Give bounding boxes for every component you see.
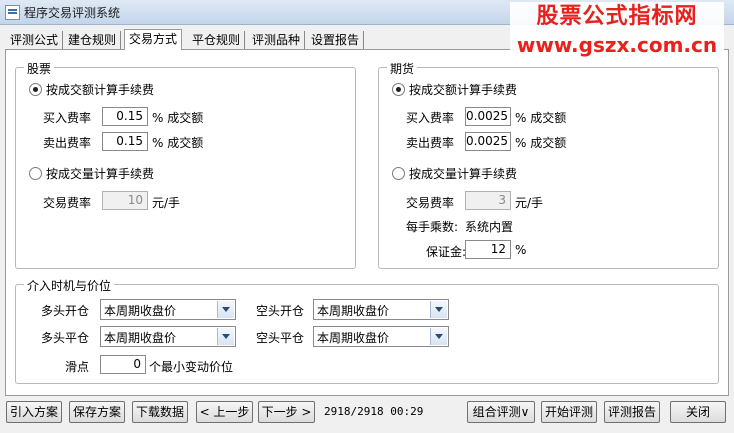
futures-multiplier-label: 每手乘数: bbox=[406, 220, 459, 234]
short-open-select[interactable]: 本周期收盘价 bbox=[313, 299, 449, 320]
futures-trade-fee-label: 交易费率 bbox=[406, 196, 455, 210]
tab-close-rules[interactable]: 平仓规则 bbox=[188, 31, 246, 49]
stock-group: 股票 按成交额计算手续费 买入费率 0.15 % 成交额 卖出费率 0.15 %… bbox=[15, 60, 356, 269]
evaluate-report-button[interactable]: 评测报告 bbox=[604, 401, 660, 423]
stock-by-amount-label: 按成交额计算手续费 bbox=[46, 83, 155, 97]
futures-by-volume-radio[interactable] bbox=[392, 167, 405, 180]
tab-report-settings[interactable]: 设置报告 bbox=[307, 31, 365, 49]
stock-sell-rate-label: 卖出费率 bbox=[43, 136, 92, 150]
stock-by-volume-label: 按成交量计算手续费 bbox=[46, 167, 155, 181]
futures-sell-rate-unit: % 成交额 bbox=[515, 136, 567, 150]
save-scheme-button[interactable]: 保存方案 bbox=[69, 401, 125, 423]
futures-sell-rate-input[interactable]: 0.0025 bbox=[465, 132, 511, 151]
watermark-url: www.gszx.com.cn bbox=[516, 33, 718, 57]
futures-group: 期货 按成交额计算手续费 买入费率 0.0025 % 成交额 卖出费率 0.00… bbox=[378, 60, 719, 269]
watermark: 股票公式指标网 www.gszx.com.cn bbox=[510, 2, 724, 66]
futures-buy-rate-unit: % 成交额 bbox=[515, 111, 567, 125]
short-close-value: 本周期收盘价 bbox=[317, 331, 390, 345]
close-button[interactable]: 关闭 bbox=[670, 401, 726, 423]
futures-by-volume-label: 按成交量计算手续费 bbox=[409, 167, 518, 181]
tab-trade-method[interactable]: 交易方式 bbox=[124, 29, 183, 50]
futures-by-amount-radio[interactable] bbox=[392, 83, 405, 96]
download-data-button[interactable]: 下载数据 bbox=[132, 401, 188, 423]
short-close-label: 空头平仓 bbox=[256, 331, 305, 345]
combo-evaluate-button[interactable]: 组合评测∨ bbox=[467, 401, 535, 423]
stock-group-title: 股票 bbox=[24, 60, 55, 77]
tab-instruments[interactable]: 评测品种 bbox=[248, 31, 306, 49]
futures-margin-input[interactable]: 12 bbox=[465, 240, 511, 259]
stock-trade-fee-label: 交易费率 bbox=[43, 196, 92, 210]
futures-buy-rate-label: 买入费率 bbox=[406, 111, 455, 125]
slippage-label: 滑点 bbox=[65, 360, 90, 374]
short-open-label: 空头开仓 bbox=[256, 304, 305, 318]
stock-buy-rate-input[interactable]: 0.15 bbox=[102, 107, 148, 126]
stock-buy-rate-label: 买入费率 bbox=[43, 111, 92, 125]
futures-group-title: 期货 bbox=[387, 60, 418, 77]
prev-step-button[interactable]: < 上一步 bbox=[196, 401, 253, 423]
start-evaluate-button[interactable]: 开始评测 bbox=[541, 401, 597, 423]
tab-formula[interactable]: 评测公式 bbox=[6, 31, 64, 49]
slippage-unit: 个最小变动价位 bbox=[149, 360, 234, 374]
long-close-value: 本周期收盘价 bbox=[104, 331, 177, 345]
futures-by-amount-label: 按成交额计算手续费 bbox=[409, 83, 518, 97]
timing-group-title: 介入时机与价位 bbox=[24, 277, 115, 294]
stock-trade-fee-input[interactable]: 10 bbox=[102, 191, 148, 210]
stock-buy-rate-unit: % 成交额 bbox=[152, 111, 204, 125]
futures-multiplier-value: 系统内置 bbox=[465, 220, 514, 234]
stock-by-volume-radio[interactable] bbox=[29, 167, 42, 180]
window-title: 程序交易评测系统 bbox=[24, 6, 121, 20]
futures-trade-fee-input[interactable]: 3 bbox=[465, 191, 511, 210]
chevron-down-icon[interactable] bbox=[217, 301, 234, 318]
slippage-input[interactable]: 0 bbox=[100, 355, 146, 374]
futures-margin-label: 保证金: bbox=[426, 245, 467, 259]
long-open-select[interactable]: 本周期收盘价 bbox=[100, 299, 236, 320]
long-open-label: 多头开仓 bbox=[41, 304, 90, 318]
short-close-select[interactable]: 本周期收盘价 bbox=[313, 326, 449, 347]
chevron-down-icon[interactable] bbox=[430, 301, 447, 318]
stock-sell-rate-input[interactable]: 0.15 bbox=[102, 132, 148, 151]
long-close-select[interactable]: 本周期收盘价 bbox=[100, 326, 236, 347]
futures-sell-rate-label: 卖出费率 bbox=[406, 136, 455, 150]
long-close-label: 多头平仓 bbox=[41, 331, 90, 345]
short-open-value: 本周期收盘价 bbox=[317, 304, 390, 318]
tab-panel: 股票 按成交额计算手续费 买入费率 0.15 % 成交额 卖出费率 0.15 %… bbox=[5, 49, 729, 396]
futures-margin-unit: % bbox=[515, 243, 527, 257]
app-icon bbox=[5, 5, 20, 20]
import-scheme-button[interactable]: 引入方案 bbox=[6, 401, 62, 423]
timing-group: 介入时机与价位 多头开仓 本周期收盘价 空头开仓 本周期收盘价 多头平仓 本周期… bbox=[15, 277, 719, 384]
chevron-down-icon[interactable] bbox=[430, 328, 447, 345]
futures-trade-fee-unit: 元/手 bbox=[515, 196, 544, 210]
watermark-title: 股票公式指标网 bbox=[536, 4, 698, 29]
stock-by-amount-radio[interactable] bbox=[29, 83, 42, 96]
stock-trade-fee-unit: 元/手 bbox=[152, 196, 181, 210]
stock-sell-rate-unit: % 成交额 bbox=[152, 136, 204, 150]
next-step-button[interactable]: 下一步 > bbox=[258, 401, 315, 423]
long-open-value: 本周期收盘价 bbox=[104, 304, 177, 318]
chevron-down-icon[interactable] bbox=[217, 328, 234, 345]
tab-open-rules[interactable]: 建仓规则 bbox=[64, 31, 122, 49]
progress-status: 2918/2918 00:29 bbox=[324, 405, 424, 418]
futures-buy-rate-input[interactable]: 0.0025 bbox=[465, 107, 511, 126]
